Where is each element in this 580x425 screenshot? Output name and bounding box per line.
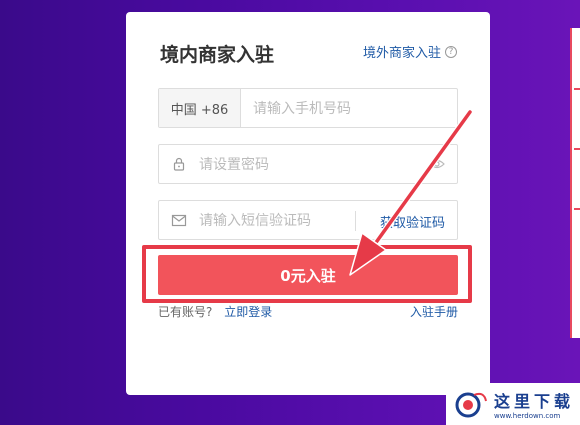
submit-button[interactable]: 0元入驻 bbox=[158, 255, 458, 295]
watermark-cn: 这里下载 bbox=[494, 392, 575, 411]
watermark-text: 这里下载 www.herdown.com bbox=[494, 388, 574, 420]
phone-field[interactable]: 中国 +86 请输入手机号码 bbox=[158, 88, 458, 128]
has-account-text: 已有账号? bbox=[158, 305, 213, 319]
watermark-url: www.herdown.com bbox=[494, 412, 561, 420]
login-prompt: 已有账号? 立即登录 bbox=[158, 303, 272, 320]
get-code-button[interactable]: 获取验证码 bbox=[380, 212, 445, 231]
login-link[interactable]: 立即登录 bbox=[224, 305, 272, 319]
lock-icon bbox=[159, 157, 199, 171]
eye-icon[interactable] bbox=[429, 157, 445, 175]
sms-code-field[interactable]: 请输入短信验证码 获取验证码 bbox=[158, 200, 458, 240]
footer-links: 已有账号? 立即登录 入驻手册 bbox=[158, 303, 458, 320]
registration-card: 境内商家入驻 境外商家入驻 ? 中国 +86 请输入手机号码 请设置密码 请输入… bbox=[126, 12, 490, 395]
password-field[interactable]: 请设置密码 bbox=[158, 144, 458, 184]
page-title: 境内商家入驻 bbox=[160, 44, 275, 66]
edge-strip bbox=[574, 208, 580, 210]
divider bbox=[355, 211, 356, 231]
edge-strip bbox=[574, 148, 580, 150]
manual-link[interactable]: 入驻手册 bbox=[410, 303, 458, 320]
password-input[interactable]: 请设置密码 bbox=[199, 154, 269, 174]
edge-strip bbox=[574, 88, 580, 90]
watermark: 这里下载 www.herdown.com bbox=[446, 383, 580, 425]
abroad-merchant-link[interactable]: 境外商家入驻 ? bbox=[363, 42, 457, 61]
mail-icon bbox=[159, 214, 199, 227]
background-panel-edge bbox=[570, 28, 580, 338]
help-icon[interactable]: ? bbox=[445, 45, 457, 58]
sms-code-input[interactable]: 请输入短信验证码 bbox=[199, 210, 311, 230]
country-code-select[interactable]: 中国 +86 bbox=[159, 89, 241, 127]
abroad-merchant-label: 境外商家入驻 bbox=[362, 46, 441, 61]
phone-input[interactable]: 请输入手机号码 bbox=[241, 98, 351, 118]
watermark-logo-icon bbox=[455, 392, 487, 418]
